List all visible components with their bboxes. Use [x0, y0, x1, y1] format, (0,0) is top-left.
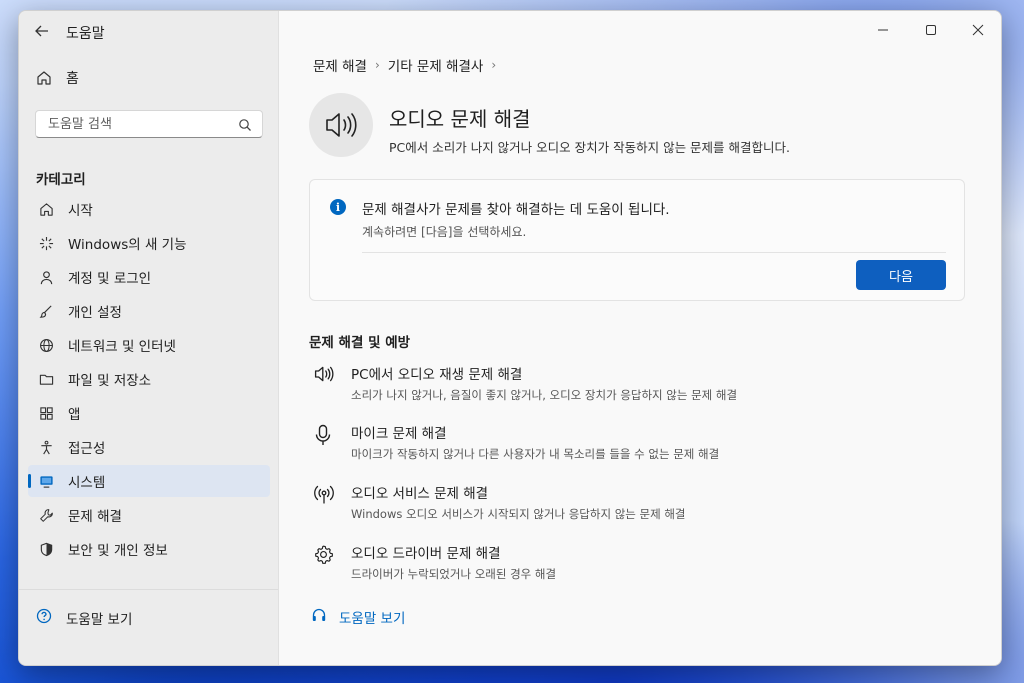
home-icon [38, 201, 54, 217]
app-title: 도움말 [66, 26, 105, 42]
list-item[interactable]: PC에서 오디오 재생 문제 해결 소리가 나지 않거나, 음질이 좋지 않거나… [313, 363, 737, 403]
sidebar-item-system[interactable]: 시스템 [28, 465, 270, 497]
next-button[interactable]: 다음 [856, 260, 946, 290]
apps-grid-icon [38, 405, 54, 421]
breadcrumb-item[interactable]: 기타 문제 해결사 [388, 55, 484, 75]
sidebar-item-apps[interactable]: 앱 [28, 397, 270, 429]
sidebar-item-security[interactable]: 보안 및 개인 정보 [28, 533, 270, 565]
minimize-icon[interactable] [877, 21, 889, 40]
category-list: 시작 Windows의 새 기능 계정 및 로그인 개인 설정 네트워크 및 인… [28, 193, 270, 567]
broadcast-icon [313, 482, 335, 522]
microphone-icon [313, 422, 335, 462]
breadcrumb: 문제 해결 › 기타 문제 해결사 › [313, 55, 504, 75]
list-item-title: 오디오 드라이버 문제 해결 [351, 546, 501, 562]
list-item-title: 마이크 문제 해결 [351, 426, 447, 442]
list-item[interactable]: 오디오 서비스 문제 해결 Windows 오디오 서비스가 시작되지 않거나 … [313, 482, 686, 522]
nav-home-label: 홈 [66, 71, 79, 87]
globe-icon [38, 337, 54, 353]
sidebar-item-start[interactable]: 시작 [28, 193, 270, 225]
sidebar: 도움말 홈 카테고리 시작 Windows의 새 기능 [19, 11, 279, 665]
search-input[interactable] [46, 116, 240, 133]
folder-icon [38, 371, 54, 387]
sidebar-item-whats-new[interactable]: Windows의 새 기능 [28, 227, 270, 259]
home-icon [36, 70, 52, 86]
speaker-icon [309, 93, 373, 157]
sidebar-item-network[interactable]: 네트워크 및 인터넷 [28, 329, 270, 361]
list-item[interactable]: 마이크 문제 해결 마이크가 작동하지 않거나 다른 사용자가 내 목소리를 들… [313, 422, 719, 462]
list-item-title: 오디오 서비스 문제 해결 [351, 486, 489, 502]
maximize-icon[interactable] [925, 21, 937, 40]
chevron-right-icon: › [491, 58, 497, 72]
brush-icon [38, 303, 54, 319]
close-icon[interactable] [972, 21, 984, 40]
accessibility-icon [38, 439, 54, 455]
list-item[interactable]: 오디오 드라이버 문제 해결 드라이버가 누락되었거나 오래된 경우 해결 [313, 542, 556, 582]
sidebar-item-label: 시스템 [68, 475, 106, 491]
sidebar-item-label: 네트워크 및 인터넷 [68, 339, 176, 355]
speaker-icon [313, 363, 335, 403]
breadcrumb-item[interactable]: 문제 해결 [313, 55, 367, 75]
sidebar-item-troubleshoot[interactable]: 문제 해결 [28, 499, 270, 531]
sidebar-item-label: 보안 및 개인 정보 [68, 543, 168, 559]
list-item-desc: 드라이버가 누락되었거나 오래된 경우 해결 [351, 567, 557, 581]
card-subtitle: 계속하려면 [다음]을 선택하세요. [362, 225, 527, 239]
nav-home[interactable]: 홈 [36, 66, 79, 90]
list-item-title: PC에서 오디오 재생 문제 해결 [351, 367, 523, 383]
monitor-icon [38, 473, 54, 489]
troubleshooter-card: i 문제 해결사가 문제를 찾아 해결하는 데 도움이 됩니다. 계속하려면 [… [309, 179, 965, 301]
sidebar-item-personalization[interactable]: 개인 설정 [28, 295, 270, 327]
sidebar-item-accessibility[interactable]: 접근성 [28, 431, 270, 463]
search-box[interactable] [35, 110, 263, 138]
page-subtitle: PC에서 소리가 나지 않거나 오디오 장치가 작동하지 않는 문제를 해결합니… [389, 140, 791, 155]
person-icon [38, 269, 54, 285]
headset-icon [311, 607, 327, 627]
sidebar-item-label: 계정 및 로그인 [68, 271, 152, 287]
back-arrow-icon[interactable] [34, 23, 50, 43]
wrench-icon [38, 507, 54, 523]
chevron-right-icon: › [374, 58, 380, 72]
sidebar-item-accounts[interactable]: 계정 및 로그인 [28, 261, 270, 293]
list-item-desc: 소리가 나지 않거나, 음질이 좋지 않거나, 오디오 장치가 응답하지 않는 … [351, 388, 738, 402]
list-item-desc: 마이크가 작동하지 않거나 다른 사용자가 내 목소리를 들을 수 없는 문제 … [351, 447, 720, 461]
search-icon[interactable] [238, 117, 252, 136]
sidebar-item-label: 접근성 [68, 441, 106, 457]
sidebar-help-link[interactable]: 도움말 보기 [36, 608, 132, 628]
sidebar-item-label: 앱 [68, 407, 81, 423]
sidebar-item-label: Windows의 새 기능 [68, 237, 187, 253]
sparkle-icon [38, 235, 54, 251]
sidebar-help-label: 도움말 보기 [66, 612, 133, 628]
sidebar-divider [19, 589, 278, 590]
sidebar-item-label: 개인 설정 [68, 305, 122, 321]
question-circle-icon [36, 608, 52, 628]
help-link[interactable]: 도움말 보기 [311, 607, 405, 627]
card-title: 문제 해결사가 문제를 찾아 해결하는 데 도움이 됩니다. [362, 202, 670, 218]
page-title: 오디오 문제 해결 [389, 107, 531, 131]
gear-icon [313, 542, 335, 582]
sidebar-item-label: 시작 [68, 203, 93, 219]
section-title: 문제 해결 및 예방 [309, 335, 411, 351]
category-title: 카테고리 [36, 172, 86, 188]
sidebar-item-files[interactable]: 파일 및 저장소 [28, 363, 270, 395]
info-icon: i [330, 199, 346, 215]
main-content: 문제 해결 › 기타 문제 해결사 › 오디오 문제 해결 PC에서 소리가 나… [279, 11, 1001, 665]
shield-icon [38, 541, 54, 557]
card-divider [362, 252, 946, 253]
help-window: 도움말 홈 카테고리 시작 Windows의 새 기능 [18, 10, 1002, 666]
sidebar-item-label: 문제 해결 [68, 509, 122, 525]
sidebar-item-label: 파일 및 저장소 [68, 373, 152, 389]
help-link-label: 도움말 보기 [339, 611, 406, 627]
list-item-desc: Windows 오디오 서비스가 시작되지 않거나 응답하지 않는 문제 해결 [351, 507, 686, 521]
